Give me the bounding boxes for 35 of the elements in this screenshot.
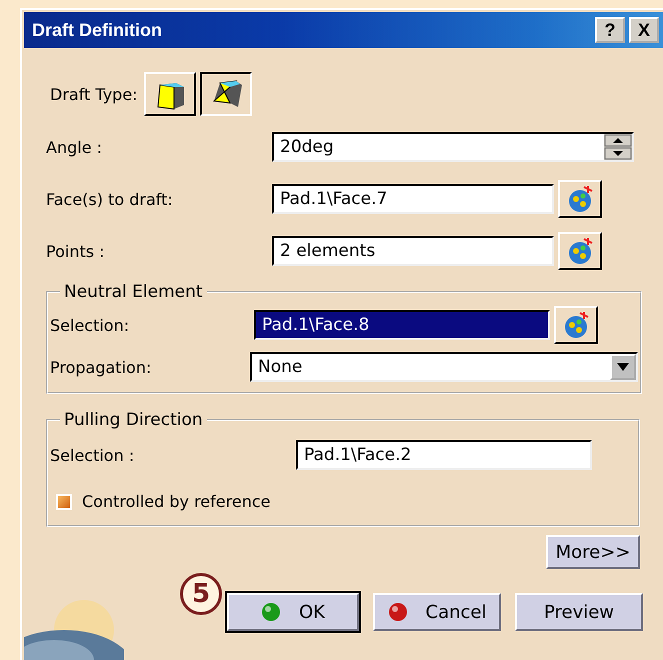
selection-field[interactable]: Pad.1\Face.8 — [254, 310, 550, 340]
propagation-dropdown[interactable]: None — [250, 352, 638, 382]
globe-pick-icon — [562, 311, 590, 339]
field-label: Selection : — [50, 446, 136, 464]
field-label: Angle : — [46, 138, 104, 156]
selection-picker-button[interactable] — [554, 306, 598, 344]
checkbox-label: Controlled by reference — [82, 492, 270, 511]
status-light-icon — [261, 602, 281, 622]
field-label: Selection: — [50, 316, 130, 334]
globe-pick-icon — [566, 237, 594, 265]
cancel-button[interactable]: Cancel — [373, 593, 501, 631]
ok-button[interactable]: OK — [227, 593, 359, 631]
angle-field[interactable]: 20deg — [272, 132, 634, 162]
selection-field[interactable]: Pad.1\Face.2 — [296, 440, 592, 470]
plain-button[interactable]: Preview — [515, 593, 643, 631]
group-title: Pulling Direction — [63, 410, 204, 430]
stop-light-icon — [388, 602, 408, 622]
spinner-icon[interactable] — [604, 134, 632, 160]
selection-picker-button[interactable] — [558, 180, 602, 218]
title-bar-button[interactable]: X — [629, 17, 659, 43]
field-label: Draft Type: — [50, 84, 138, 104]
field-label: Points : — [46, 242, 106, 260]
field-label: Face(s) to draft: — [46, 190, 174, 208]
draft-type-button[interactable] — [200, 72, 252, 116]
more-button[interactable]: More>> — [546, 535, 640, 569]
title-bar-button[interactable]: ? — [595, 17, 625, 43]
selection-picker-button[interactable] — [558, 232, 602, 270]
points-field[interactable]: 2 elements — [272, 236, 554, 266]
group-title: Neutral Element — [63, 282, 204, 302]
faces-field[interactable]: Pad.1\Face.7 — [272, 184, 554, 214]
window-title: Draft Definition — [32, 20, 162, 40]
field-label: Propagation: — [50, 358, 152, 376]
step-callout: 5 — [180, 573, 222, 615]
globe-pick-icon — [566, 185, 594, 213]
checkbox[interactable] — [56, 494, 72, 510]
